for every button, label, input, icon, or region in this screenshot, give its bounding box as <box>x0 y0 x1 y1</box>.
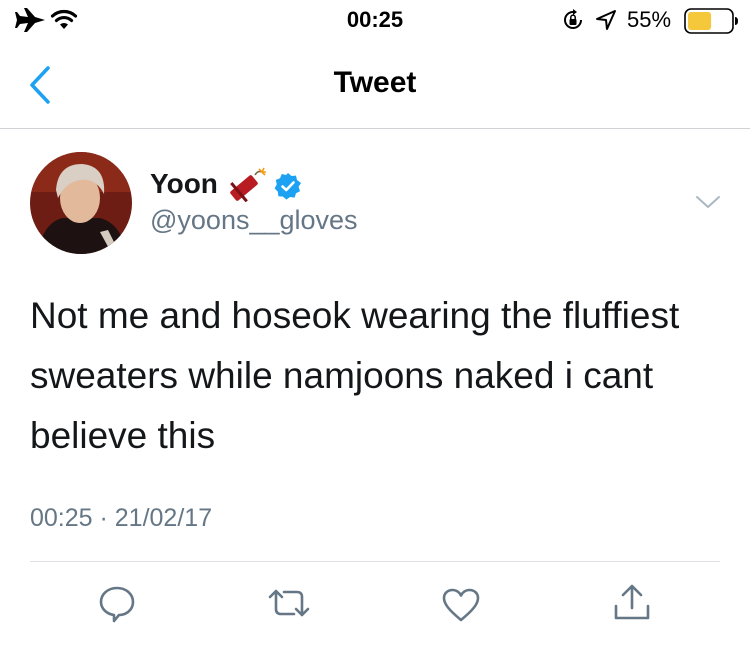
chevron-down-icon[interactable] <box>695 194 721 210</box>
battery-icon <box>684 8 738 34</box>
tweet-text: Not me and hoseok wearing the fluffiest … <box>30 295 680 456</box>
like-icon[interactable] <box>441 587 481 623</box>
location-icon <box>596 10 616 30</box>
avatar[interactable] <box>30 152 132 254</box>
reply-icon[interactable] <box>98 585 136 623</box>
page-title: Tweet <box>333 66 417 99</box>
divider <box>30 561 720 562</box>
user-handle[interactable]: @yoons__gloves <box>150 205 358 236</box>
share-icon[interactable] <box>612 582 652 622</box>
display-name[interactable]: Yoon <box>150 168 218 200</box>
orientation-lock-icon <box>564 9 582 29</box>
firecracker-icon <box>230 167 266 202</box>
status-bar: 00:25 55% <box>0 0 750 40</box>
battery-percent: 55% <box>627 7 672 32</box>
retweet-icon[interactable] <box>266 587 312 619</box>
verified-badge-icon <box>274 173 301 200</box>
tweet-timestamp: 00:25 · 21/02/17 <box>30 504 213 532</box>
